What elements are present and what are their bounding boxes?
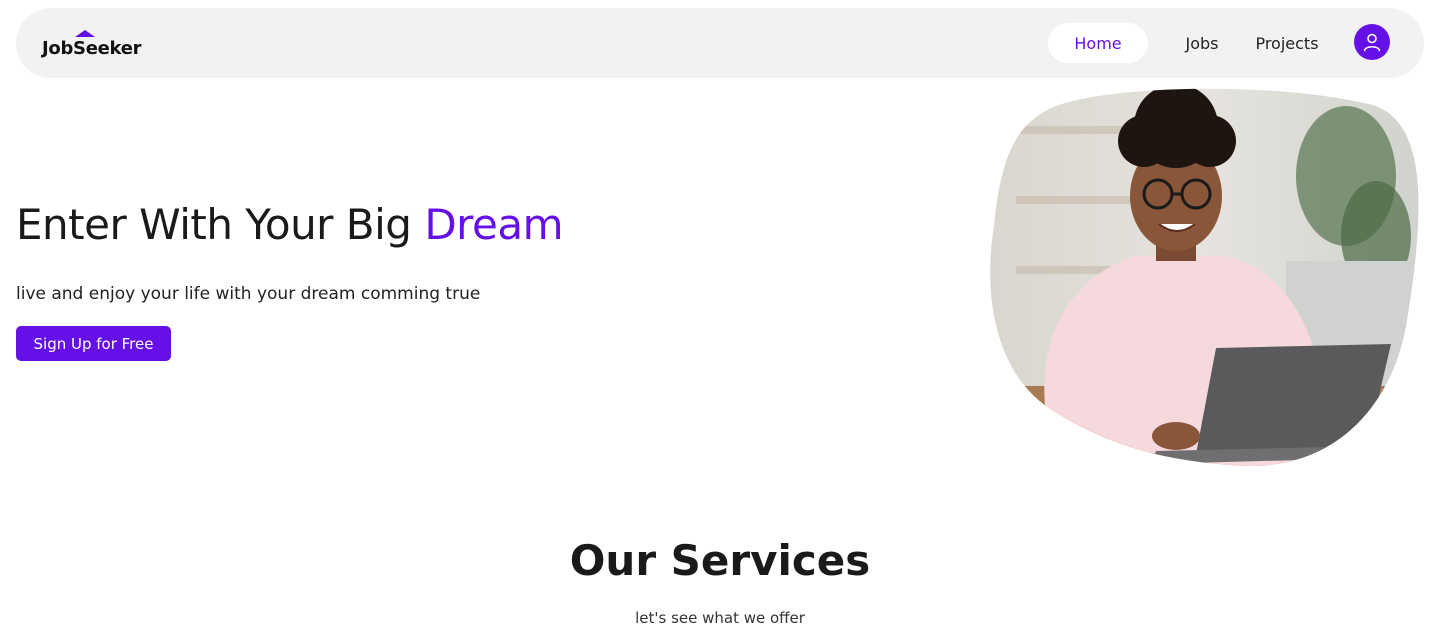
- logo-roof-icon: [75, 30, 95, 37]
- hero-title: Enter With Your Big Dream: [16, 200, 563, 249]
- navbar: JobSeeker Home Jobs Projects: [16, 8, 1424, 78]
- services-subtitle: let's see what we offer: [635, 609, 805, 627]
- hero-image: [990, 88, 1419, 467]
- nav-item-projects[interactable]: Projects: [1252, 23, 1322, 63]
- hero-title-accent: Dream: [424, 200, 563, 249]
- logo[interactable]: JobSeeker: [42, 30, 142, 59]
- user-icon: [1363, 33, 1381, 52]
- nav-item-home[interactable]: Home: [1048, 23, 1148, 63]
- hero-subtitle: live and enjoy your life with your dream…: [16, 284, 481, 304]
- profile-avatar-button[interactable]: [1354, 24, 1390, 60]
- nav-item-jobs[interactable]: Jobs: [1178, 23, 1226, 63]
- logo-text: JobSeeker: [42, 38, 142, 59]
- signup-button[interactable]: Sign Up for Free: [16, 326, 171, 361]
- hero-title-main: Enter With Your Big: [16, 200, 425, 249]
- services-title: Our Services: [569, 536, 871, 585]
- page: JobSeeker Home Jobs Projects Enter With …: [0, 0, 1434, 641]
